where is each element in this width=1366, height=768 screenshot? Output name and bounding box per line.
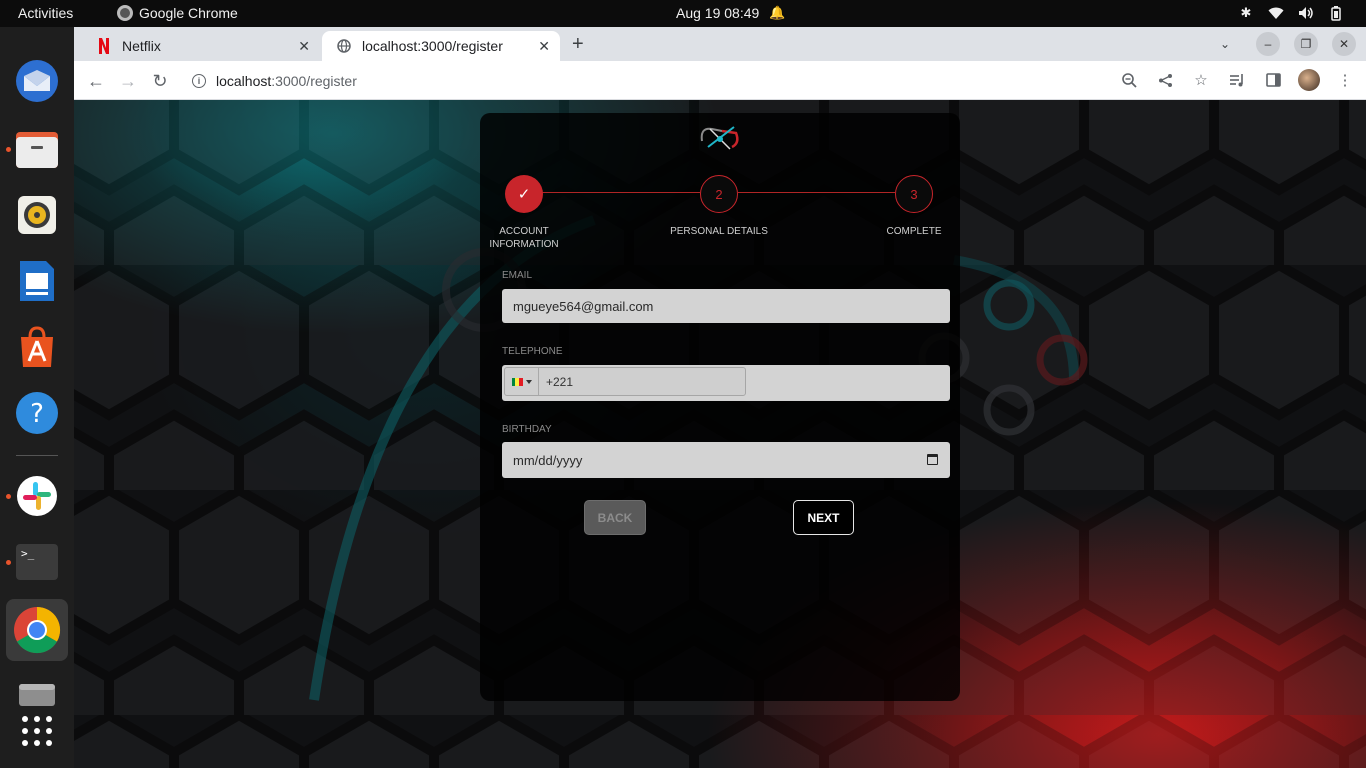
slack-tray-icon[interactable]: ✱ [1238, 5, 1254, 21]
clock[interactable]: Aug 19 08:49 🔔 [676, 5, 785, 21]
chrome-mini-icon [117, 5, 133, 21]
url-host: localhost [216, 72, 272, 89]
register-card: ✓ 2 3 ACCOUNT INFORMATION PERSONAL DETAI… [480, 113, 960, 701]
stepper-connector [738, 192, 895, 193]
battery-icon [1328, 5, 1344, 21]
birthday-field[interactable]: mm/dd/yyyy [502, 442, 950, 478]
back-button[interactable]: BACK [584, 500, 646, 535]
step-3-label: COMPLETE [886, 226, 942, 237]
stepper-connector [542, 192, 700, 193]
chrome-window: Netflix ✕ localhost:3000/register ✕ + ⌄ … [74, 27, 1366, 768]
maximize-button[interactable]: ❐ [1294, 32, 1318, 56]
help-icon[interactable]: ? [13, 389, 61, 437]
window-controls: ⌄ – ❐ ✕ [1220, 32, 1356, 56]
minimize-button[interactable]: – [1256, 32, 1280, 56]
writer-icon[interactable] [13, 257, 61, 305]
volume-icon [1298, 5, 1314, 21]
bookmark-star-icon[interactable]: ☆ [1190, 69, 1212, 91]
country-selector[interactable] [505, 368, 539, 395]
tab-register[interactable]: localhost:3000/register ✕ [322, 31, 560, 61]
rhythmbox-icon[interactable] [13, 191, 61, 239]
address-bar[interactable]: i localhost:3000/register [184, 65, 1184, 96]
globe-icon [336, 38, 352, 54]
senegal-flag-icon [511, 377, 523, 386]
bell-icon: 🔔 [769, 5, 786, 20]
site-info-icon[interactable]: i [192, 73, 206, 88]
dock-separator [16, 455, 58, 456]
clock-label: Aug 19 08:49 [676, 5, 760, 21]
netflix-icon [96, 38, 112, 54]
chrome-icon[interactable] [6, 599, 68, 661]
step-3-marker: 3 [895, 175, 933, 213]
app-logo [700, 126, 739, 150]
calendar-icon[interactable] [927, 454, 938, 465]
telephone-label: TELEPHONE [502, 346, 563, 357]
svg-text:>_: >_ [21, 547, 35, 560]
step-1-marker: ✓ [505, 175, 543, 213]
system-tray[interactable]: ✱ [1238, 5, 1344, 21]
email-field[interactable]: mgueye564@gmail.com [502, 289, 950, 323]
chevron-down-icon [525, 379, 532, 384]
wifi-icon [1268, 5, 1284, 21]
files-icon[interactable] [13, 125, 61, 173]
email-value: mgueye564@gmail.com [513, 298, 654, 314]
next-button[interactable]: NEXT [793, 500, 854, 535]
thunderbird-icon[interactable] [13, 57, 61, 105]
kebab-menu-icon[interactable]: ⋮ [1334, 69, 1356, 91]
birthday-placeholder: mm/dd/yyyy [513, 452, 583, 468]
telephone-value: +221 [546, 374, 574, 389]
step-2-marker: 2 [700, 175, 738, 213]
step-2-label: PERSONAL DETAILS [670, 226, 768, 237]
tab-label: localhost:3000/register [362, 38, 503, 54]
slack-icon[interactable] [13, 472, 61, 520]
profile-avatar[interactable] [1298, 69, 1320, 91]
birthday-label: BIRTHDAY [502, 424, 552, 435]
show-apps-icon[interactable] [13, 707, 61, 755]
register-page: ✓ 2 3 ACCOUNT INFORMATION PERSONAL DETAI… [74, 100, 1366, 768]
telephone-input[interactable]: +221 [504, 367, 746, 396]
back-arrow-icon[interactable]: ← [84, 69, 108, 93]
reload-icon[interactable]: ↻ [148, 69, 172, 93]
url-path: :3000/register [271, 72, 357, 89]
email-label: EMAIL [502, 270, 533, 281]
side-panel-icon[interactable] [1262, 69, 1284, 91]
dock: ? >_ [0, 27, 74, 768]
close-window-button[interactable]: ✕ [1332, 32, 1356, 56]
system-top-bar: Activities Google Chrome Aug 19 08:49 🔔 … [0, 0, 1366, 27]
telephone-field: +221 [502, 365, 950, 401]
share-icon[interactable] [1154, 69, 1176, 91]
close-tab-icon[interactable]: ✕ [298, 38, 310, 55]
toolbar-actions: ☆ ⋮ [1118, 69, 1356, 91]
tab-label: Netflix [122, 38, 161, 54]
tab-netflix[interactable]: Netflix ✕ [82, 31, 320, 61]
app-center-icon[interactable] [13, 323, 61, 371]
tab-search-icon[interactable]: ⌄ [1220, 37, 1230, 51]
terminal-icon[interactable]: >_ [13, 538, 61, 586]
new-tab-button[interactable]: + [572, 33, 584, 56]
svg-text:?: ? [30, 399, 44, 429]
activities-button[interactable]: Activities [18, 5, 73, 21]
forward-arrow-icon[interactable]: → [116, 69, 140, 93]
app-menu-label: Google Chrome [139, 5, 238, 21]
media-queue-icon[interactable] [1226, 69, 1248, 91]
step-1-label: ACCOUNT INFORMATION [489, 226, 559, 250]
zoom-out-icon[interactable] [1118, 69, 1140, 91]
close-tab-icon[interactable]: ✕ [538, 38, 550, 55]
app-menu[interactable]: Google Chrome [117, 5, 238, 21]
tab-strip: Netflix ✕ localhost:3000/register ✕ + ⌄ … [74, 27, 1366, 61]
browser-toolbar: ← → ↻ i localhost:3000/register ☆ ⋮ [74, 61, 1366, 100]
